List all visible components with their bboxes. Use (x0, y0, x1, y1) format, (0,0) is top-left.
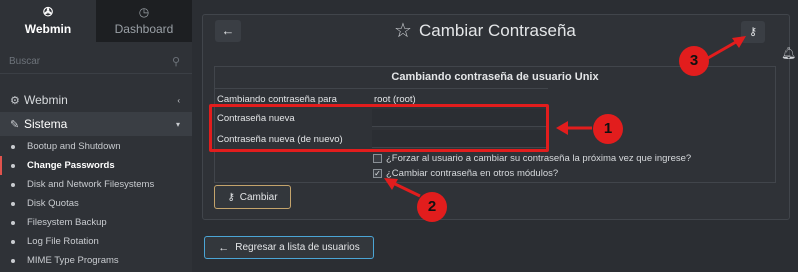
star-icon[interactable]: ☆ (394, 18, 412, 43)
sidebar-item-bootup[interactable]: Bootup and Shutdown (0, 137, 192, 156)
tab-webmin[interactable]: ✇ Webmin (0, 0, 96, 42)
key-icon: ⚷ (227, 191, 235, 203)
search-input[interactable]: Buscar ⚲ (0, 50, 192, 74)
cogs-icon: ✇ (42, 5, 54, 19)
back-to-users-button[interactable]: ← Regresar a lista de usuarios (204, 236, 374, 259)
other-modules-checkbox-row[interactable]: ✓ ¿Cambiar contraseña en otros módulos? (373, 168, 558, 179)
sidebar-item-log-rotation[interactable]: Log File Rotation (0, 232, 192, 251)
divider (214, 88, 548, 89)
other-modules-label: ¿Cambiar contraseña en otros módulos? (386, 168, 559, 179)
chevron-down-icon: ▾ (175, 119, 180, 129)
chevron-left-icon: ‹ (177, 95, 180, 105)
annotation-highlight-box (209, 104, 549, 152)
back-to-users-label: Regresar a lista de usuarios (235, 242, 360, 253)
other-modules-checkbox[interactable]: ✓ (373, 169, 382, 178)
arrow-left-icon: ← (218, 241, 230, 254)
sidebar-item-disk-quotas[interactable]: Disk Quotas (0, 194, 192, 213)
key-icon: ⚷ (748, 26, 758, 38)
submit-button[interactable]: ⚷ Cambiar (214, 185, 291, 209)
annotation-badge-2: 2 (417, 192, 447, 222)
search-icon: ⚲ (171, 56, 180, 68)
arrow-left-icon: ← (221, 23, 235, 38)
sidebar-section-webmin[interactable]: ⚙ Webmin ‹ (0, 88, 192, 112)
sidebar: ✇ Webmin ◷ Dashboard Buscar ⚲ ⚙ Webmin ‹… (0, 0, 192, 272)
sidebar-item-change-passwords[interactable]: Change Passwords (0, 156, 192, 175)
annotation-badge-1: 1 (593, 114, 623, 144)
tab-dashboard-label: Dashboard (114, 22, 174, 36)
force-change-checkbox[interactable] (373, 154, 382, 163)
sidebar-item-mime-types[interactable]: MIME Type Programs (0, 251, 192, 270)
tab-dashboard[interactable]: ◷ Dashboard (96, 0, 192, 42)
wrench-icon: ✎ (10, 118, 20, 131)
back-button[interactable]: ← (215, 20, 241, 42)
search-placeholder: Buscar (9, 56, 41, 67)
force-change-checkbox-row[interactable]: ¿Forzar al usuario a cambiar su contrase… (373, 153, 691, 164)
submit-label: Cambiar (239, 191, 278, 203)
bell-icon[interactable]: 🔔︎ (781, 46, 796, 60)
sidebar-section-sistema[interactable]: ✎ Sistema ▾ (0, 112, 192, 136)
gear-icon: ⚙ (10, 94, 20, 107)
force-change-label: ¿Forzar al usuario a cambiar su contrase… (386, 153, 692, 164)
tab-webmin-label: Webmin (24, 22, 72, 36)
dashboard-icon: ◷ (138, 5, 150, 19)
sidebar-section-label: Webmin (24, 93, 68, 107)
page-title: Cambiar Contraseña (419, 21, 576, 40)
sidebar-section-label: Sistema (24, 117, 68, 131)
annotation-badge-3: 3 (679, 46, 709, 76)
sidebar-item-filesystem-backup[interactable]: Filesystem Backup (0, 213, 192, 232)
key-button[interactable]: ⚷ (741, 21, 765, 43)
sidebar-item-filesystems[interactable]: Disk and Network Filesystems (0, 175, 192, 194)
panel-header: ← ☆ Cambiar Contraseña ⚷ (203, 15, 789, 49)
sidebar-tabs: ✇ Webmin ◷ Dashboard (0, 0, 192, 42)
